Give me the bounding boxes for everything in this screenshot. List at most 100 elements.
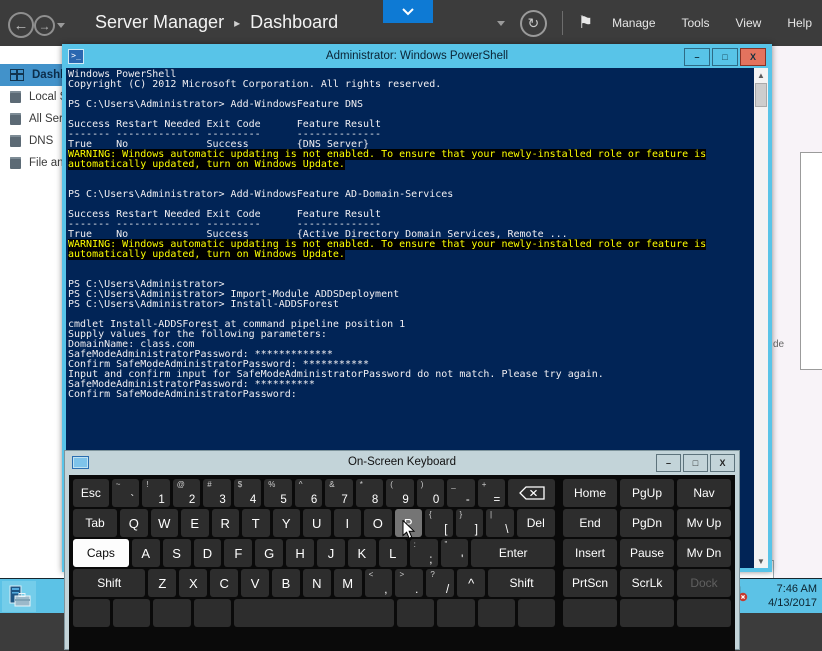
key-y[interactable]: Y [272,509,300,537]
key-mv-up[interactable]: Mv Up [677,509,731,537]
key-backslash[interactable]: | \ [486,509,514,537]
key-pause[interactable]: Pause [620,539,674,567]
key-prtscn[interactable]: PrtScn [563,569,617,597]
key-1[interactable]: ! 1 [142,479,170,507]
key-backtick[interactable]: ~ ` [111,479,140,507]
key-period[interactable]: >. [395,569,424,597]
key-m[interactable]: M [333,569,362,597]
key-shift-right[interactable]: Shift [488,569,555,597]
key-e[interactable]: E [181,509,209,537]
maximize-button[interactable]: □ [712,48,738,66]
key-f[interactable]: F [224,539,253,567]
key-blank[interactable] [113,599,151,627]
key-d[interactable]: D [193,539,222,567]
scrollbar-up-arrow-icon[interactable]: ▲ [754,68,768,82]
key-k[interactable]: K [347,539,376,567]
key-s[interactable]: S [162,539,191,567]
key-tab[interactable]: Tab [73,509,117,537]
key-t[interactable]: T [242,509,270,537]
key-insert[interactable]: Insert [563,539,617,567]
key-comma[interactable]: <, [364,569,393,597]
key-enter[interactable]: Enter [471,539,555,567]
key-n[interactable]: N [302,569,331,597]
key-semicolon[interactable]: :; [409,539,438,567]
forward-button[interactable]: → [34,15,55,36]
key-u[interactable]: U [303,509,331,537]
key-x[interactable]: X [179,569,208,597]
refresh-button[interactable]: ↻ [519,9,547,37]
key-blank[interactable] [397,599,435,627]
menu-help[interactable]: Help [783,16,816,30]
key-b[interactable]: B [271,569,300,597]
key-blank[interactable] [153,599,191,627]
key-blank[interactable] [233,599,395,627]
key-bracket-right[interactable]: }] [455,509,483,537]
key-g[interactable]: G [255,539,284,567]
osk-maximize-button[interactable]: □ [683,454,708,472]
osk-minimize-button[interactable]: – [656,454,681,472]
key-c[interactable]: C [210,569,239,597]
powershell-titlebar[interactable]: >_ Administrator: Windows PowerShell – □… [62,44,772,68]
key-3[interactable]: #3 [203,479,231,507]
key-pgdn[interactable]: PgDn [620,509,674,537]
console-scrollbar[interactable]: ▲ ▼ [754,68,768,568]
key-nav[interactable]: Nav [677,479,731,507]
key-bracket-left[interactable]: {[ [425,509,453,537]
menu-manage[interactable]: Manage [608,16,659,30]
key-i[interactable]: I [333,509,361,537]
key-backspace[interactable] [508,479,555,507]
key-equals[interactable]: + = [477,479,506,507]
key-r[interactable]: R [211,509,239,537]
osk-close-button[interactable]: X [710,454,735,472]
key-9[interactable]: (9 [386,479,414,507]
notification-flag-icon[interactable]: ⚑ [578,13,593,33]
key-dock[interactable]: Dock [677,569,731,597]
key-o[interactable]: O [364,509,392,537]
taskbar-server-manager-button[interactable] [2,581,36,612]
key-q[interactable]: Q [120,509,148,537]
key-h[interactable]: H [286,539,314,567]
key-mv-dn[interactable]: Mv Dn [677,539,731,567]
key-2[interactable]: @2 [172,479,201,507]
key-caps[interactable]: Caps [73,539,129,567]
osk-titlebar[interactable]: On-Screen Keyboard – □ X [65,451,739,473]
key-a[interactable]: A [131,539,160,567]
key-z[interactable]: Z [148,569,177,597]
key-6[interactable]: ^ 6 [294,479,323,507]
taskbar-clock[interactable]: 7:46 AM 4/13/2017 [768,582,817,610]
minimize-button[interactable]: – [684,48,710,66]
key-blank[interactable] [193,599,231,627]
key-p[interactable]: P [394,509,422,539]
key-blank[interactable] [517,599,556,627]
breadcrumb-root[interactable]: Server Manager [95,12,224,33]
key-4[interactable]: $4 [233,479,262,507]
key-arrow-up[interactable]: ^ [457,569,486,597]
key-end[interactable]: End [563,509,617,537]
key-pgup[interactable]: PgUp [620,479,674,507]
key-home[interactable]: Home [563,479,617,507]
key-blank[interactable] [677,599,731,627]
key-blank[interactable] [563,599,617,627]
key-0[interactable]: ) 0 [416,479,445,507]
key-minus[interactable]: _ - [447,479,475,507]
key-j[interactable]: J [317,539,345,567]
key-shift-left[interactable]: Shift [73,569,146,597]
key-del[interactable]: Del [516,509,555,537]
key-blank[interactable] [437,599,475,627]
key-blank[interactable] [477,599,515,627]
key-w[interactable]: W [150,509,178,537]
key-7[interactable]: & 7 [325,479,353,507]
menu-tools[interactable]: Tools [678,16,714,30]
key-8[interactable]: * 8 [355,479,384,507]
key-scrlk[interactable]: ScrLk [620,569,674,597]
key-apostrophe[interactable]: " ' [440,539,469,567]
scrollbar-down-arrow-icon[interactable]: ▼ [754,554,768,568]
key-slash[interactable]: ? / [426,569,455,597]
scrollbar-thumb[interactable] [755,83,767,107]
close-button[interactable]: X [740,48,766,66]
key-blank[interactable] [73,599,111,627]
nav-history-caret-icon[interactable] [57,23,65,28]
key-v[interactable]: V [241,569,269,597]
key-l[interactable]: L [378,539,407,567]
key-5[interactable]: % 5 [264,479,292,507]
